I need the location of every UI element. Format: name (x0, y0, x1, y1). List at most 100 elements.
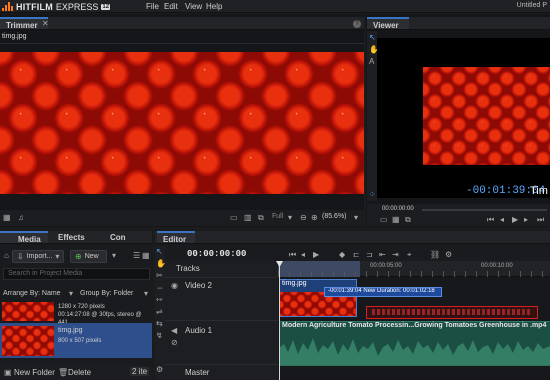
timeline-ruler[interactable]: 00:00:05:00 00:00:10:00 (278, 261, 550, 277)
tab-editor[interactable]: Editor (157, 231, 195, 244)
new-folder-button[interactable]: New Folder (14, 368, 55, 377)
zoom-select[interactable]: Full (272, 213, 283, 220)
link-icon[interactable]: ⛓ (430, 251, 440, 259)
tab-media[interactable]: Media (0, 231, 48, 244)
grid-icon[interactable]: ▦ (392, 216, 400, 224)
slip-tool-icon[interactable]: ⇌ (156, 308, 163, 316)
project-title: Untitled P (516, 2, 547, 9)
media-item-video[interactable]: 1280 x 720 pixels 00:14:27:08 @ 30fps, s… (0, 301, 152, 326)
master-track-header[interactable]: Master (165, 364, 278, 380)
plus-icon: ⊕ (75, 251, 82, 261)
media-item-resolution: 1280 x 720 pixels (58, 304, 105, 310)
frame-forward-icon[interactable]: ▸ (524, 216, 528, 224)
help-icon[interactable]: ? (353, 20, 361, 28)
frame-back-icon[interactable]: ◂ (500, 216, 504, 224)
rate-tool-icon[interactable]: ↯ (156, 332, 163, 340)
grid-view-icon[interactable]: ▦ (142, 252, 150, 260)
chevron-down-icon[interactable]: ▾ (288, 214, 292, 222)
import-button[interactable]: ⇩ Import... ▾ (12, 250, 64, 263)
video-track-header[interactable]: ◉ Video 2 (165, 277, 278, 320)
select-tool-icon[interactable]: ↖ (369, 34, 376, 42)
chevron-down-icon: ▾ (55, 251, 60, 261)
fit-icon[interactable]: ⧉ (258, 214, 264, 222)
snap-icon[interactable]: ⁘ (369, 191, 376, 199)
playhead[interactable] (279, 262, 280, 380)
media-item-resolution: 800 x 507 pixels (58, 338, 102, 344)
new-button[interactable]: ⊕ New (70, 250, 107, 263)
media-toolbar: ⌂ ⇩ Import... ▾ ⊕ New ▾ ☰ ▦ (0, 247, 152, 265)
marker-icon[interactable]: ◆ (339, 251, 345, 259)
play-icon[interactable]: ▶ (313, 251, 319, 259)
slide-tool-icon[interactable]: ⇆ (156, 320, 163, 328)
group-by-select[interactable]: Group By: Folder (80, 290, 133, 297)
menu-edit[interactable]: Edit (164, 2, 178, 11)
visibility-icon[interactable]: ◉ (171, 282, 178, 290)
zoom-in-icon[interactable]: ⊕ (311, 214, 318, 222)
menu-help[interactable]: Help (206, 2, 222, 11)
delete-button[interactable]: Delete (68, 368, 91, 377)
select-tool-icon[interactable]: ↖ (156, 248, 163, 256)
trash-icon[interactable]: 🗑 (58, 369, 68, 377)
tab-effects[interactable]: Effects (52, 231, 91, 243)
screen-icon[interactable]: ▭ (380, 216, 388, 224)
audio-clip-name: Modern Agriculture Tomato Processin...Gr… (282, 322, 547, 329)
screen-icon[interactable]: ▭ (230, 214, 238, 222)
tab-trimmer[interactable]: Trimmer (0, 17, 48, 30)
media-tabbar: Media Effects Con (0, 231, 152, 244)
audio-icon[interactable]: ♫ (18, 214, 24, 222)
step-back-icon[interactable]: ⏮ (487, 216, 494, 224)
media-footer: ▣ New Folder 🗑 Delete 2 ite (0, 365, 152, 380)
audio-track-header[interactable]: ◀ Audio 1 ⊘ (165, 320, 278, 364)
snap-icon[interactable]: ⌖ (407, 251, 412, 259)
chevron-down-icon[interactable]: ▾ (69, 290, 73, 298)
layout-icon[interactable]: ▥ (244, 214, 252, 222)
ruler-ticks (278, 271, 550, 277)
menu-bar: HITFILM EXPRESS 12 File Edit View Help U… (0, 0, 550, 13)
viewer-controls: 00:00:00:00 ▭ ▦ ⧉ ⏮ ◂ ▶ ▸ ⏭ (367, 204, 550, 226)
speaker-icon[interactable]: ◀ (171, 327, 177, 335)
chevron-down-icon[interactable]: ▾ (112, 252, 116, 260)
out-point-icon[interactable]: ⊐ (366, 251, 373, 259)
trimmer-controls: ▦ ♫ ▭ ▥ ⧉ Full ▾ ⊖ ⊕ (85.6%) ▾ (0, 210, 364, 226)
menu-file[interactable]: File (146, 2, 159, 11)
media-search-input[interactable]: Search in Project Media (3, 268, 150, 280)
folder-icon[interactable]: ▣ (4, 369, 12, 377)
insert-icon[interactable]: ⇤ (379, 251, 386, 259)
razor-tool-icon[interactable]: ✂ (156, 272, 163, 280)
step-forward-icon[interactable]: ⏭ (537, 216, 544, 224)
list-view-icon[interactable]: ☰ (133, 252, 140, 260)
frame-back-icon[interactable]: ◂ (301, 251, 305, 259)
in-point-icon[interactable]: ⊏ (353, 251, 360, 259)
zoom-out-icon[interactable]: ⊖ (300, 214, 307, 222)
chevron-down-icon[interactable]: ▾ (354, 214, 358, 222)
tab-controls[interactable]: Con (104, 231, 132, 243)
media-item-image[interactable]: timg.jpg 800 x 507 pixels (0, 323, 152, 358)
pan-icon[interactable]: ⊘ (171, 339, 178, 347)
import-icon: ⇩ (17, 251, 24, 261)
tab-viewer[interactable]: Viewer (367, 17, 409, 30)
menu-view[interactable]: View (185, 2, 202, 11)
arrange-by-select[interactable]: Arrange By: Name (3, 290, 61, 297)
text-tool-icon[interactable]: A (369, 58, 374, 66)
track-headers: Tracks ◉ Video 2 ◀ Audio 1 ⊘ Master (165, 261, 278, 380)
roll-tool-icon[interactable]: ⇿ (156, 296, 163, 304)
media-item-name: timg.jpg (58, 327, 83, 334)
viewer-scrub-bar[interactable] (422, 209, 547, 211)
viewer-tabbar: Viewer (367, 17, 550, 30)
home-icon[interactable]: ⌂ (4, 252, 9, 260)
grid-icon[interactable]: ▦ (3, 214, 11, 222)
ripple-tool-icon[interactable]: ⇔ (156, 284, 164, 292)
settings-icon[interactable]: ⚙ (156, 366, 163, 374)
play-icon[interactable]: ▶ (512, 216, 518, 224)
viewer-time-label: Tim (530, 185, 548, 197)
editor-toolbar: 00:00:00:00 ⏮ ◂ ▶ ◆ ⊏ ⊐ ⇤ ⇥ ⌖ ⛓ ⚙ (155, 247, 550, 261)
hitfilm-logo-icon (2, 2, 13, 11)
overwrite-icon[interactable]: ⇥ (392, 251, 399, 259)
settings-icon[interactable]: ⚙ (445, 251, 452, 259)
close-icon[interactable]: ✕ (42, 20, 49, 28)
chevron-down-icon[interactable]: ▾ (144, 290, 148, 298)
layout-icon[interactable]: ⧉ (405, 216, 411, 224)
trimmer-preview-image (0, 52, 364, 194)
step-back-icon[interactable]: ⏮ (289, 251, 296, 259)
viewer-tool-strip: ↖ ✋ A ⁘ (367, 31, 379, 201)
